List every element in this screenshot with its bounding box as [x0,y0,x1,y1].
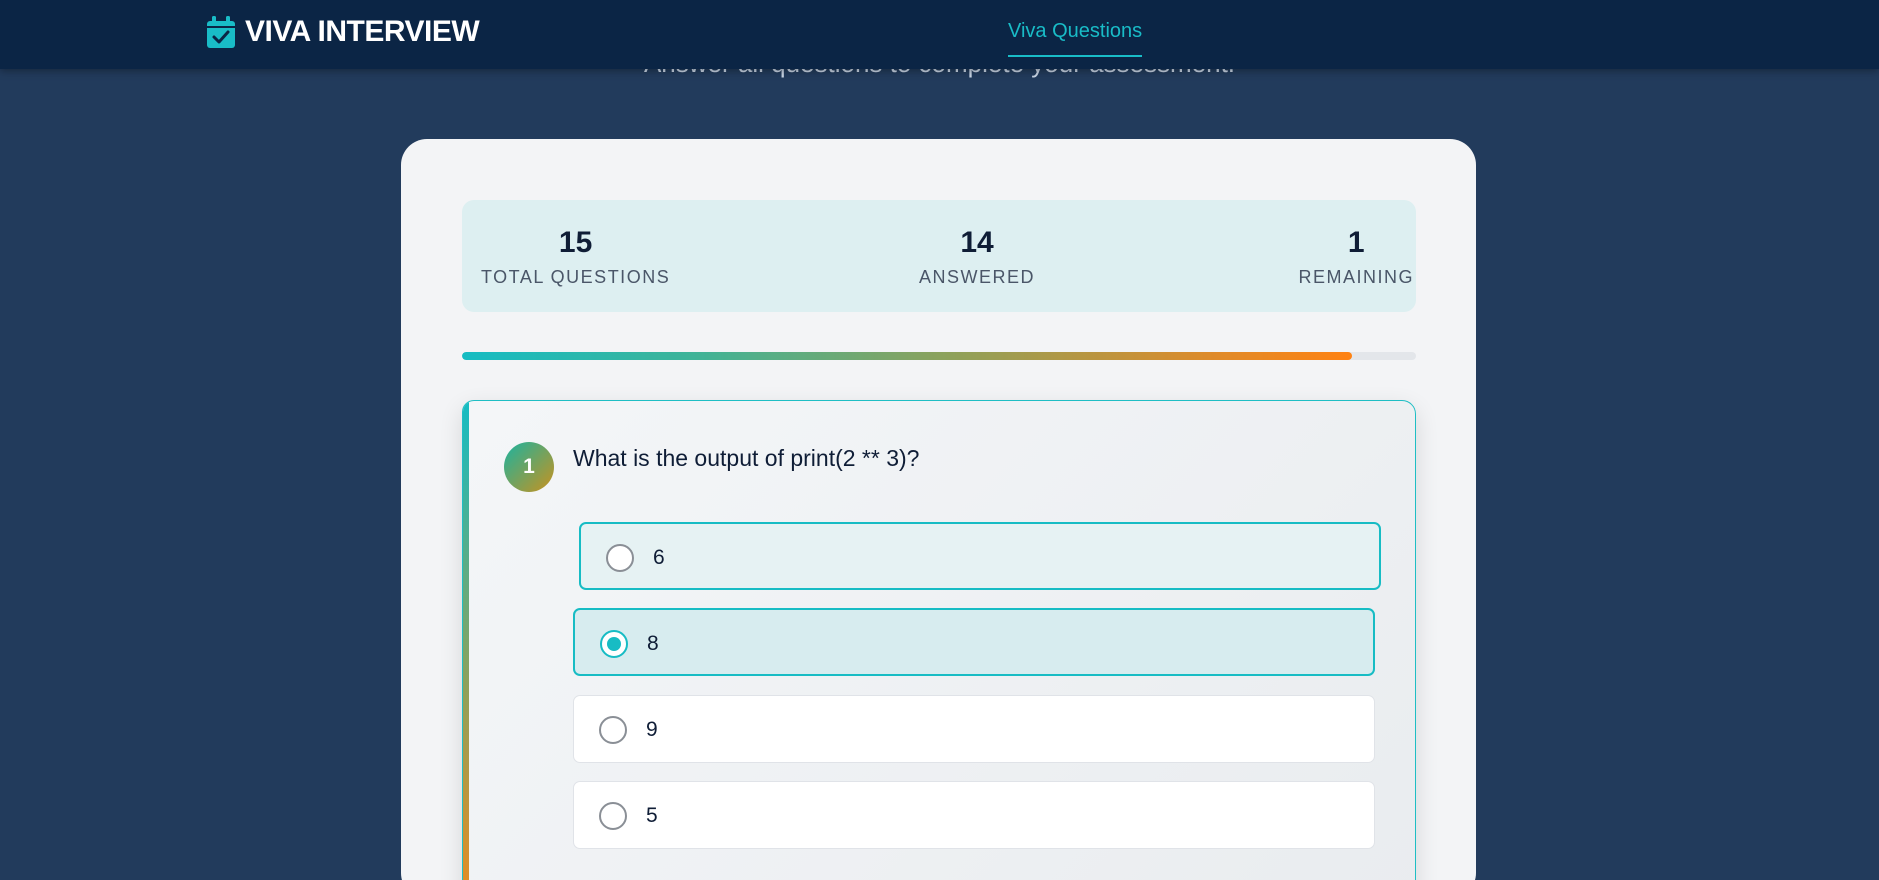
radio-button[interactable] [606,544,634,572]
stat-remaining: 1 REMAINING [1298,225,1414,288]
answer-option-label: 8 [647,632,659,655]
radio-button[interactable] [599,716,627,744]
answer-option-label: 6 [653,546,665,569]
stat-answered: 14 ANSWERED [919,225,1035,288]
answer-option-label: 5 [646,804,658,827]
top-navbar: VIVA INTERVIEW Viva Questions [0,0,1879,69]
question-text: What is the output of print(2 ** 3)? [573,445,920,471]
stats-panel: 15 TOTAL QUESTIONS 14 ANSWERED 1 REMAINI… [462,200,1416,312]
progress-fill [462,352,1353,360]
assessment-card: 15 TOTAL QUESTIONS 14 ANSWERED 1 REMAINI… [401,139,1476,880]
calendar-check-icon [207,16,235,48]
brand[interactable]: VIVA INTERVIEW [207,14,480,50]
radio-button[interactable] [600,630,628,658]
question-accent-bar [463,401,469,880]
stat-total-questions: 15 TOTAL QUESTIONS [481,225,670,288]
nav-link-viva-questions[interactable]: Viva Questions [1008,20,1143,57]
answer-option[interactable]: 9 [573,695,1375,763]
answer-option[interactable]: 8 [573,608,1375,676]
stat-remaining-label: REMAINING [1298,267,1414,287]
brand-title: VIVA INTERVIEW [245,15,480,48]
question-number-badge: 1 [504,442,554,492]
radio-button[interactable] [599,802,627,830]
answer-option[interactable]: 6 [579,522,1381,590]
stat-total-value: 15 [558,226,593,259]
question-card: 1 What is the output of print(2 ** 3)? 6… [462,400,1416,880]
answer-option[interactable]: 5 [573,781,1375,849]
stat-total-label: TOTAL QUESTIONS [481,267,671,287]
stat-remaining-value: 1 [1347,226,1365,259]
answer-option-label: 9 [646,718,658,741]
progress-bar [462,352,1416,360]
stat-answered-value: 14 [960,226,994,259]
stat-answered-label: ANSWERED [919,267,1036,287]
